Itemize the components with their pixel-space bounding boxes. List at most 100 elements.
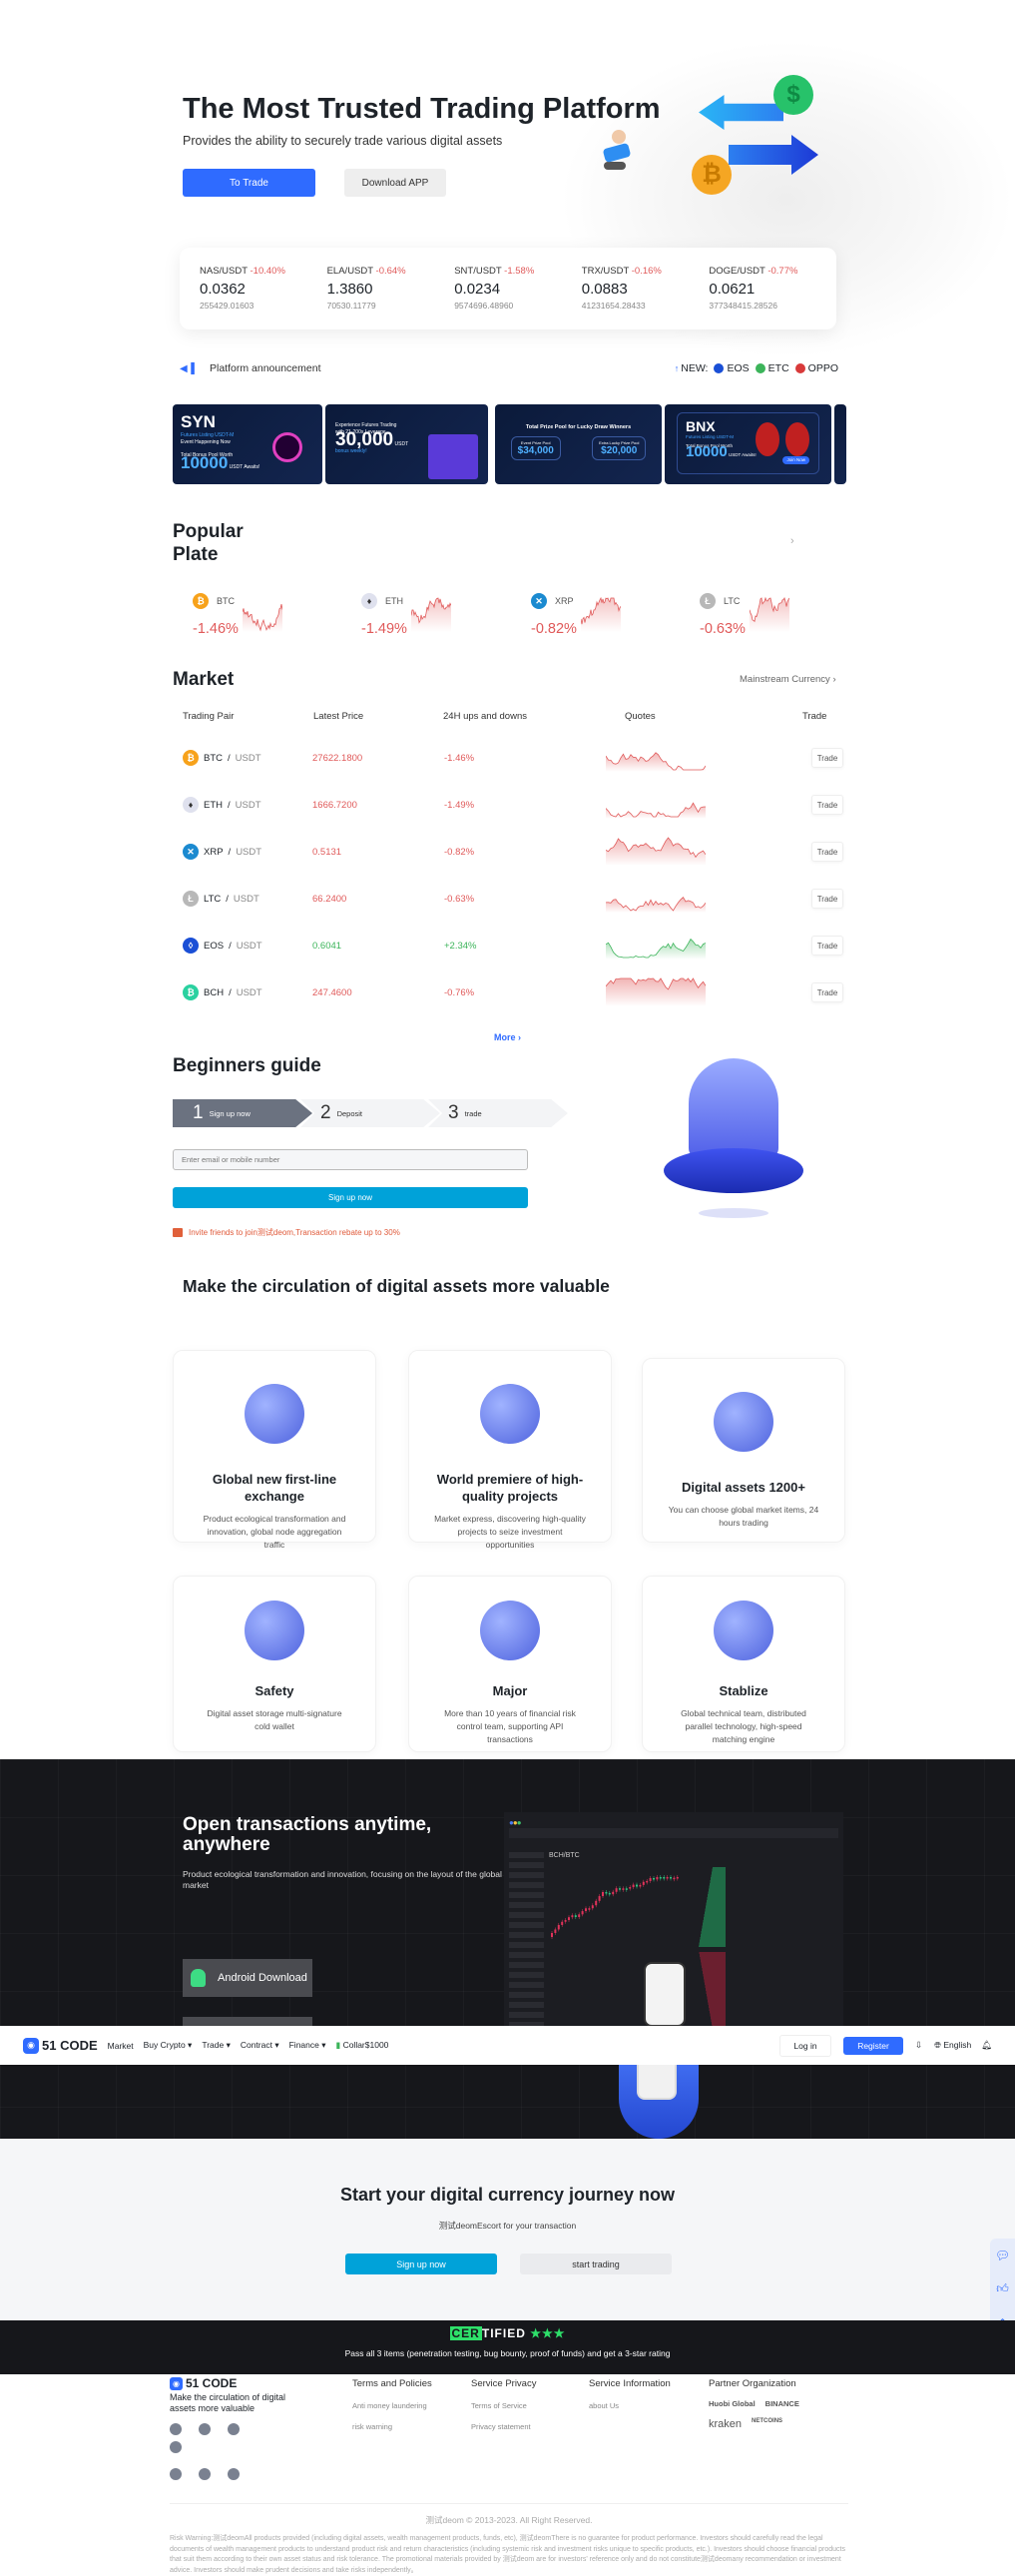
price-change: -0.76% bbox=[444, 986, 475, 998]
nav-contract[interactable]: Contract ▾ bbox=[241, 2040, 279, 2051]
nav-buy-crypto[interactable]: Buy Crypto ▾ bbox=[144, 2040, 193, 2051]
footer-slogan: Make the circulation of digital assets m… bbox=[170, 2392, 286, 2413]
guide-signup-button[interactable]: Sign up now bbox=[173, 1187, 528, 1208]
popular-item-eth[interactable]: ♦ ETH -1.49% bbox=[361, 593, 511, 637]
ticker-item[interactable]: NAS/USDT -10.40% 0.0362 255429.01603 bbox=[200, 266, 327, 329]
login-button[interactable]: Log in bbox=[779, 2034, 832, 2057]
sparkline bbox=[605, 801, 707, 819]
twitter-icon[interactable] bbox=[199, 2423, 211, 2435]
feature-card: Stablize Global technical team, distribut… bbox=[642, 1576, 845, 1752]
reddit-icon[interactable] bbox=[228, 2423, 240, 2435]
sparkline-area bbox=[749, 598, 789, 632]
feature-title: Global new first-line exchange bbox=[212, 1472, 337, 1504]
promo-banner[interactable]: Experience Futures Trading with 21-200x L… bbox=[325, 404, 488, 484]
chevron-right-icon: › bbox=[832, 674, 836, 685]
trade-button[interactable]: Trade bbox=[811, 936, 843, 956]
email-mobile-input[interactable] bbox=[173, 1149, 528, 1170]
linkedin-icon[interactable] bbox=[228, 2468, 240, 2480]
table-row[interactable]: ₿ BTC / USDT 27622.1800 -1.46% Trade bbox=[183, 743, 843, 773]
trade-button[interactable]: Trade bbox=[811, 795, 843, 815]
ticker-item[interactable]: DOGE/USDT -0.77% 0.0621 377348415.28526 bbox=[709, 266, 836, 329]
hero-subtitle: Provides the ability to securely trade v… bbox=[183, 134, 503, 148]
instagram-icon[interactable] bbox=[170, 2441, 182, 2453]
to-trade-button[interactable]: To Trade bbox=[183, 169, 315, 197]
more-link[interactable]: More › bbox=[494, 1032, 521, 1042]
latest-price: 1666.7200 bbox=[312, 799, 357, 811]
partner-netcoins[interactable]: NETCOINS bbox=[752, 2418, 782, 2430]
popular-item-btc[interactable]: ₿ BTC -1.46% bbox=[193, 593, 342, 637]
footer-logo[interactable]: 51 CODE bbox=[186, 2376, 237, 2390]
eth-icon: ♦ bbox=[183, 797, 199, 813]
popular-item-ltc[interactable]: Ł LTC -0.63% bbox=[700, 593, 849, 637]
about-us-link[interactable]: about Us bbox=[589, 2401, 671, 2410]
popular-item-xrp[interactable]: ✕ XRP -0.82% bbox=[531, 593, 681, 637]
android-download-button[interactable]: Android Download bbox=[183, 1959, 312, 1997]
bell-icon[interactable]: 🔔︎ bbox=[981, 2040, 992, 2051]
logo[interactable]: 51 CODE bbox=[42, 2038, 98, 2053]
language-selector[interactable]: 🌐︎ English bbox=[934, 2040, 971, 2051]
trade-button[interactable]: Trade bbox=[811, 748, 843, 768]
speaker-icon: ◀▐ bbox=[180, 362, 195, 374]
new-coin-etc[interactable]: ETC bbox=[750, 362, 789, 374]
nav-collar[interactable]: ▮ Collar$1000 bbox=[336, 2040, 389, 2051]
trade-button[interactable]: Trade bbox=[811, 889, 843, 909]
partner-huobi[interactable]: Huobi Global bbox=[709, 2399, 756, 2408]
trade-button[interactable]: Trade bbox=[811, 982, 843, 1002]
download-app-button[interactable]: Download APP bbox=[344, 169, 446, 197]
new-coin-eos[interactable]: EOS bbox=[708, 362, 750, 374]
risk-warning: Risk Warning:测试deomAll products provided… bbox=[170, 2535, 845, 2574]
promo-banner[interactable] bbox=[834, 404, 846, 484]
cta-signup-button[interactable]: Sign up now bbox=[345, 2254, 497, 2274]
table-row[interactable]: Ł LTC / USDT 66.2400 -0.63% Trade bbox=[183, 884, 843, 914]
terms-of-service-link[interactable]: Terms of Service bbox=[471, 2401, 536, 2410]
ticker-item[interactable]: TRX/USDT -0.16% 0.0883 41231654.28433 bbox=[582, 266, 710, 329]
notion-icon[interactable] bbox=[170, 2468, 182, 2480]
table-row[interactable]: ₿ BCH / USDT 247.4600 -0.76% Trade bbox=[183, 976, 843, 1007]
promo-banner[interactable]: BNX Futures Listing USDT-M Total Bonus Poo… bbox=[665, 404, 831, 484]
ltc-icon: Ł bbox=[183, 891, 199, 907]
privacy-statement-link[interactable]: Privacy statement bbox=[471, 2422, 536, 2431]
logo-icon: ◉ bbox=[23, 2037, 39, 2054]
candle bbox=[578, 1914, 581, 1918]
partner-kraken[interactable]: kraken bbox=[709, 2418, 742, 2430]
table-row[interactable]: ◊ EOS / USDT 0.6041 +2.34% Trade bbox=[183, 931, 843, 961]
download-icon[interactable]: ⇩ bbox=[915, 2040, 922, 2051]
ticker-pair: NAS/USDT -10.40% bbox=[200, 266, 285, 277]
partner-binance[interactable]: BINANCE bbox=[765, 2399, 799, 2408]
feature-title: Major bbox=[492, 1683, 528, 1698]
chat-icon[interactable]: 💬︎ bbox=[995, 2249, 1010, 2262]
eos-icon: ◊ bbox=[183, 938, 199, 954]
medium-icon[interactable] bbox=[199, 2468, 211, 2480]
nav-finance[interactable]: Finance ▾ bbox=[289, 2040, 326, 2051]
footer-col-info: Service Information about Us bbox=[589, 2378, 671, 2410]
ticker-item[interactable]: ELA/USDT -0.64% 1.3860 70530.11779 bbox=[327, 266, 455, 329]
latest-price: 0.5131 bbox=[312, 846, 342, 858]
stars: ★★★ bbox=[530, 2326, 566, 2340]
phone-mockup bbox=[644, 1962, 686, 2027]
promo-banner[interactable]: Total Prize Pool for Lucky Draw Winners E… bbox=[495, 404, 662, 484]
trade-button[interactable]: Trade bbox=[811, 842, 843, 862]
risk-warning-link[interactable]: risk warning bbox=[352, 2422, 432, 2431]
chevron-right-icon[interactable]: › bbox=[790, 535, 794, 547]
table-row[interactable]: ♦ ETH / USDT 1666.7200 -1.49% Trade bbox=[183, 790, 843, 820]
hero-title: The Most Trusted Trading Platform bbox=[183, 93, 661, 125]
candle bbox=[568, 1917, 570, 1921]
new-coin-oppo[interactable]: OPPO bbox=[789, 362, 838, 374]
ticker-item[interactable]: SNT/USDT -1.58% 0.0234 9574696.48960 bbox=[454, 266, 582, 329]
anti-money-laundering-link[interactable]: Anti money laundering bbox=[352, 2401, 432, 2410]
footer: ◉ 51 CODE Make the circulation of digital… bbox=[170, 2376, 848, 2576]
nav-market[interactable]: Market bbox=[108, 2041, 134, 2051]
thumbs-up-icon[interactable]: 👍︎ bbox=[996, 2281, 1009, 2296]
mainstream-currency-link[interactable]: Mainstream Currency › bbox=[740, 674, 836, 685]
announcement-link[interactable]: Platform announcement bbox=[210, 362, 320, 374]
nav-trade[interactable]: Trade ▾ bbox=[202, 2040, 231, 2051]
candle bbox=[676, 1877, 679, 1879]
ticker-price: 0.0621 bbox=[709, 281, 756, 298]
candle bbox=[656, 1877, 659, 1880]
start-trading-button[interactable]: start trading bbox=[520, 2254, 672, 2274]
youtube-icon[interactable] bbox=[170, 2423, 182, 2435]
promo-banner[interactable]: SYN Futures Listing USDT-M Event Happening… bbox=[173, 404, 322, 484]
invite-link[interactable]: Invite friends to join测试deom,Transaction… bbox=[173, 1227, 400, 1238]
table-row[interactable]: ✕ XRP / USDT 0.5131 -0.82% Trade bbox=[183, 836, 843, 867]
register-button[interactable]: Register bbox=[843, 2036, 904, 2055]
